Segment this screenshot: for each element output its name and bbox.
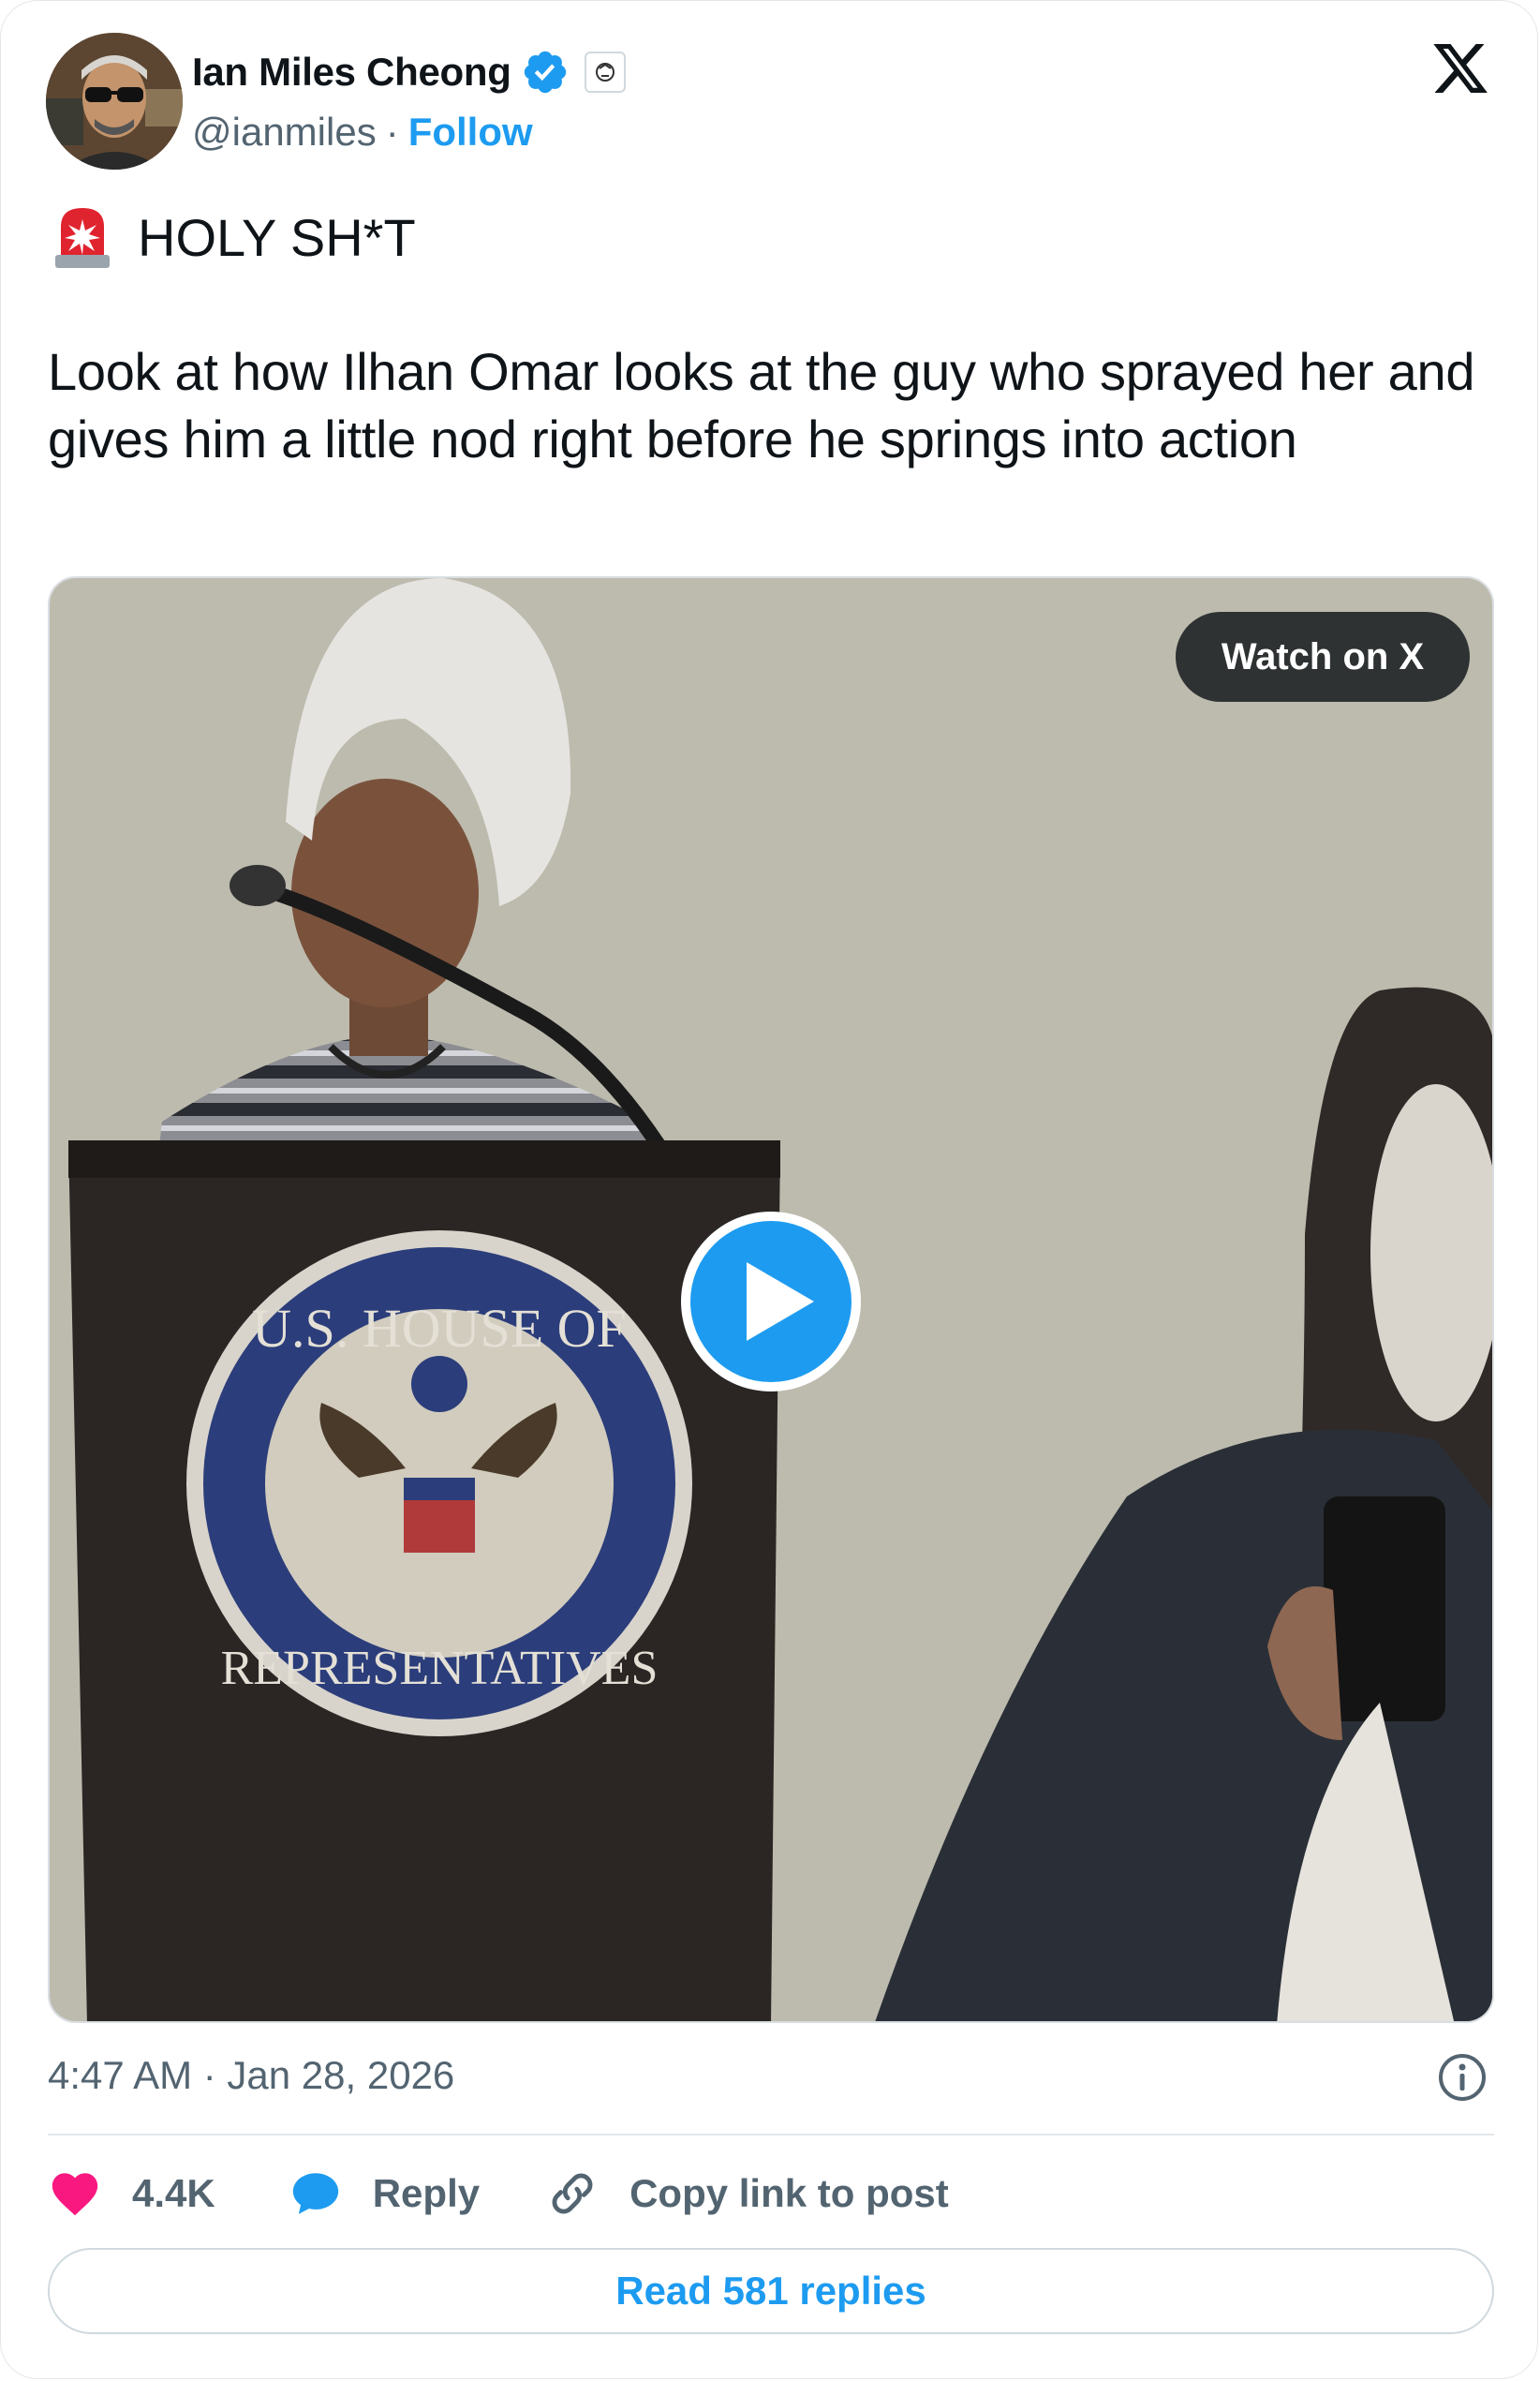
reply-label: Reply	[372, 2171, 481, 2215]
like-count: 4.4K	[132, 2171, 215, 2215]
info-icon[interactable]	[1436, 2051, 1488, 2104]
verified-badge-icon	[524, 51, 566, 94]
divider	[48, 2134, 1494, 2135]
post-body: Look at how Ilhan Omar looks at the guy …	[48, 342, 1475, 469]
post-timestamp[interactable]: 4:47 AM · Jan 28, 2026	[48, 2047, 454, 2104]
link-icon	[552, 2173, 593, 2214]
tweet-card: Ian Miles Cheong @ianmiles · Follow HOLY…	[0, 0, 1538, 2379]
x-logo-icon[interactable]	[1429, 38, 1492, 98]
copy-link-label: Copy link to post	[629, 2171, 949, 2215]
reply-bubble-icon	[292, 2173, 338, 2214]
avatar[interactable]	[46, 33, 183, 170]
author-handle[interactable]: @ianmiles	[192, 110, 377, 155]
copy-link-button[interactable]: Copy link to post	[545, 2166, 949, 2221]
seal-text-top: U.S. HOUSE OF	[252, 1298, 627, 1359]
read-replies-button[interactable]: Read 581 replies	[48, 2248, 1494, 2334]
reply-button[interactable]: Reply	[289, 2166, 480, 2221]
play-icon[interactable]	[677, 1208, 865, 1395]
separator: ·	[385, 110, 399, 154]
watch-on-x-button[interactable]: Watch on X	[1176, 612, 1470, 702]
affiliate-badge-icon[interactable]	[584, 52, 626, 93]
author-name[interactable]: Ian Miles Cheong	[192, 50, 511, 95]
siren-icon	[55, 208, 110, 268]
seal-text-bottom: REPRESENTATIVES	[221, 1642, 659, 1695]
follow-button[interactable]: Follow	[408, 110, 533, 155]
post-headline: HOLY SH*T	[138, 207, 416, 267]
like-button[interactable]: 4.4K	[48, 2166, 215, 2221]
heart-icon	[52, 2173, 98, 2216]
